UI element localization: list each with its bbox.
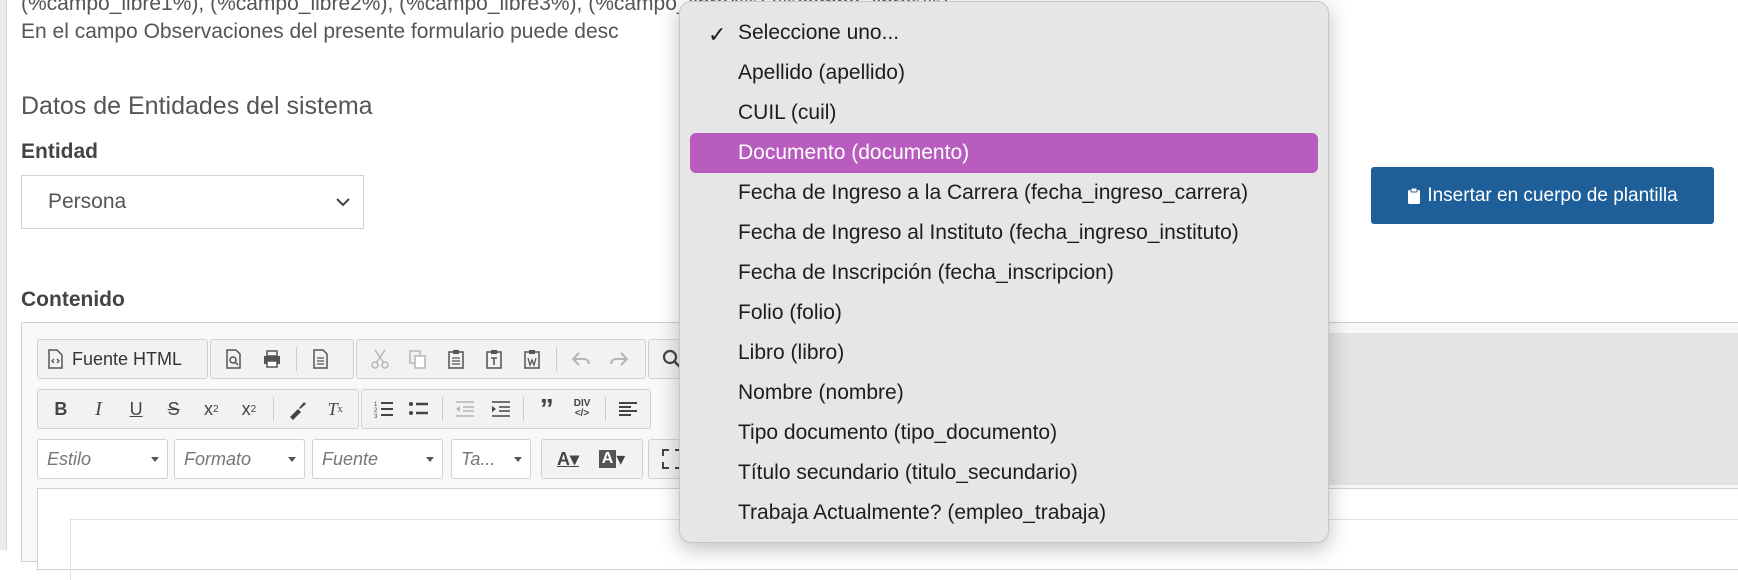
dropdown-arrow-icon xyxy=(426,457,434,462)
toolbar-separator xyxy=(296,347,297,371)
dropdown-option[interactable]: Fecha de Ingreso al Instituto (fecha_ing… xyxy=(690,213,1318,253)
font-combo-label: Fuente xyxy=(322,448,379,469)
dropdown-option-label: Apellido (apellido) xyxy=(738,61,905,84)
dropdown-option-label: Fecha de Ingreso a la Carrera (fecha_ing… xyxy=(738,181,1249,204)
italic-icon[interactable]: I xyxy=(82,392,116,426)
dropdown-option-label: Tipo documento (tipo_documento) xyxy=(738,421,1058,444)
toolbar-group-basicstyles: B I U S x2 x2 Tx xyxy=(37,389,359,429)
chevron-down-icon xyxy=(336,198,350,207)
toolbar-separator xyxy=(272,397,274,421)
superscript-icon[interactable]: x2 xyxy=(232,392,266,426)
redo-icon[interactable] xyxy=(602,342,636,376)
observaciones-help-text: En el campo Observaciones del presente f… xyxy=(21,20,619,43)
dropdown-option-label: Fecha de Ingreso al Instituto (fecha_ing… xyxy=(738,221,1239,244)
decrease-indent-icon[interactable] xyxy=(450,392,481,426)
clipboard-icon xyxy=(1408,187,1421,204)
underline-icon[interactable]: U xyxy=(119,392,153,426)
dropdown-option[interactable]: Nombre (nombre) xyxy=(690,373,1318,413)
style-combo[interactable]: Estilo xyxy=(37,439,168,479)
dropdown-arrow-icon xyxy=(514,457,522,462)
dropdown-option[interactable]: Tipo documento (tipo_documento) xyxy=(690,413,1318,453)
toolbar-separator xyxy=(556,347,557,371)
toolbar-group-colors: A▾ A ▾ xyxy=(541,439,643,479)
bold-icon[interactable]: B xyxy=(44,392,78,426)
source-html-label: Fuente HTML xyxy=(72,348,183,369)
checkmark-icon: ✓ xyxy=(708,22,727,47)
background-color-icon[interactable]: A ▾ xyxy=(592,442,632,476)
toolbar-separator xyxy=(604,397,606,421)
toolbar-group-clipboard xyxy=(356,339,646,379)
dropdown-option[interactable]: Libro (libro) xyxy=(690,333,1318,373)
dropdown-option[interactable]: Trabaja Actualmente? (empleo_trabaja) xyxy=(690,493,1318,533)
dropdown-option[interactable]: CUIL (cuil) xyxy=(690,93,1318,133)
preview-icon[interactable] xyxy=(217,342,251,376)
dropdown-option-label: Seleccione uno... xyxy=(738,21,900,44)
dropdown-option-label: Título secundario (titulo_secundario) xyxy=(738,461,1078,484)
insert-button-label: Insertar en cuerpo de plantilla xyxy=(1427,184,1678,206)
font-size-combo-label: Ta... xyxy=(461,448,496,469)
subscript-icon[interactable]: x2 xyxy=(195,392,229,426)
dropdown-option[interactable]: Título secundario (titulo_secundario) xyxy=(690,453,1318,493)
toolbar-separator xyxy=(441,397,443,421)
toolbar-group-paragraph: 123 ” DIV </> xyxy=(361,389,651,429)
format-combo[interactable]: Formato xyxy=(174,439,305,479)
dropdown-option[interactable]: Fecha de Inscripción (fecha_inscripcion) xyxy=(690,253,1318,293)
svg-text:3: 3 xyxy=(374,414,378,420)
paste-word-icon[interactable] xyxy=(515,342,549,376)
entidad-select[interactable]: Persona xyxy=(21,175,364,229)
dropdown-option[interactable]: Fecha de Ingreso a la Carrera (fecha_ing… xyxy=(690,173,1318,213)
undo-icon[interactable] xyxy=(564,342,598,376)
numbered-list-icon[interactable]: 123 xyxy=(368,392,399,426)
page-left-border xyxy=(0,0,7,550)
insert-into-template-button[interactable]: Insertar en cuerpo de plantilla xyxy=(1371,167,1714,224)
section-title: Datos de Entidades del sistema xyxy=(21,92,373,120)
paste-icon[interactable] xyxy=(439,342,473,376)
dropdown-option-label: Nombre (nombre) xyxy=(738,381,904,404)
increase-indent-icon[interactable] xyxy=(485,392,516,426)
dropdown-arrow-icon xyxy=(151,457,159,462)
blockquote-icon[interactable]: ” xyxy=(531,392,562,426)
remove-format-icon[interactable]: Tx xyxy=(318,392,352,426)
dropdown-option-label: Folio (folio) xyxy=(738,301,842,324)
font-combo[interactable]: Fuente xyxy=(312,439,443,479)
entidad-label: Entidad xyxy=(21,140,98,163)
toolbar-group-document xyxy=(210,339,354,379)
dropdown-option-label: Documento (documento) xyxy=(738,141,970,164)
dropdown-arrow-icon xyxy=(288,457,296,462)
dropdown-option[interactable]: Folio (folio) xyxy=(690,293,1318,333)
copy-icon[interactable] xyxy=(401,342,435,376)
dropdown-option-label: CUIL (cuil) xyxy=(738,101,837,124)
text-color-icon[interactable]: A▾ xyxy=(548,442,588,476)
entidad-select-value: Persona xyxy=(48,190,127,213)
html-file-icon xyxy=(48,349,63,369)
toolbar-group-source: Fuente HTML xyxy=(37,339,208,379)
dropdown-option-label: Fecha de Inscripción (fecha_inscripcion) xyxy=(738,261,1114,284)
cut-icon[interactable] xyxy=(363,342,397,376)
format-combo-label: Formato xyxy=(184,448,252,469)
paste-text-icon[interactable] xyxy=(477,342,511,376)
strikethrough-icon[interactable]: S xyxy=(157,392,191,426)
style-combo-label: Estilo xyxy=(47,448,92,469)
dropdown-option[interactable]: ✓ Seleccione uno... xyxy=(690,13,1318,53)
dropdown-option-label: Libro (libro) xyxy=(738,341,845,364)
dropdown-option[interactable]: Documento (documento) xyxy=(690,133,1318,173)
contenido-label: Contenido xyxy=(21,288,125,311)
templates-icon[interactable] xyxy=(304,342,338,376)
print-icon[interactable] xyxy=(255,342,289,376)
bulleted-list-icon[interactable] xyxy=(403,392,434,426)
copy-format-icon[interactable] xyxy=(281,392,315,426)
align-left-icon[interactable] xyxy=(613,392,644,426)
source-html-button[interactable]: Fuente HTML xyxy=(44,342,182,376)
div-container-icon[interactable]: DIV </> xyxy=(566,392,597,426)
font-size-combo[interactable]: Ta... xyxy=(451,439,531,479)
toolbar-separator xyxy=(523,397,525,421)
dropdown-option[interactable]: Apellido (apellido) xyxy=(690,53,1318,93)
dropdown-option-label: Trabaja Actualmente? (empleo_trabaja) xyxy=(738,501,1107,524)
field-select-dropdown-menu: ✓ Seleccione uno... Apellido (apellido) CUI… xyxy=(679,1,1329,543)
